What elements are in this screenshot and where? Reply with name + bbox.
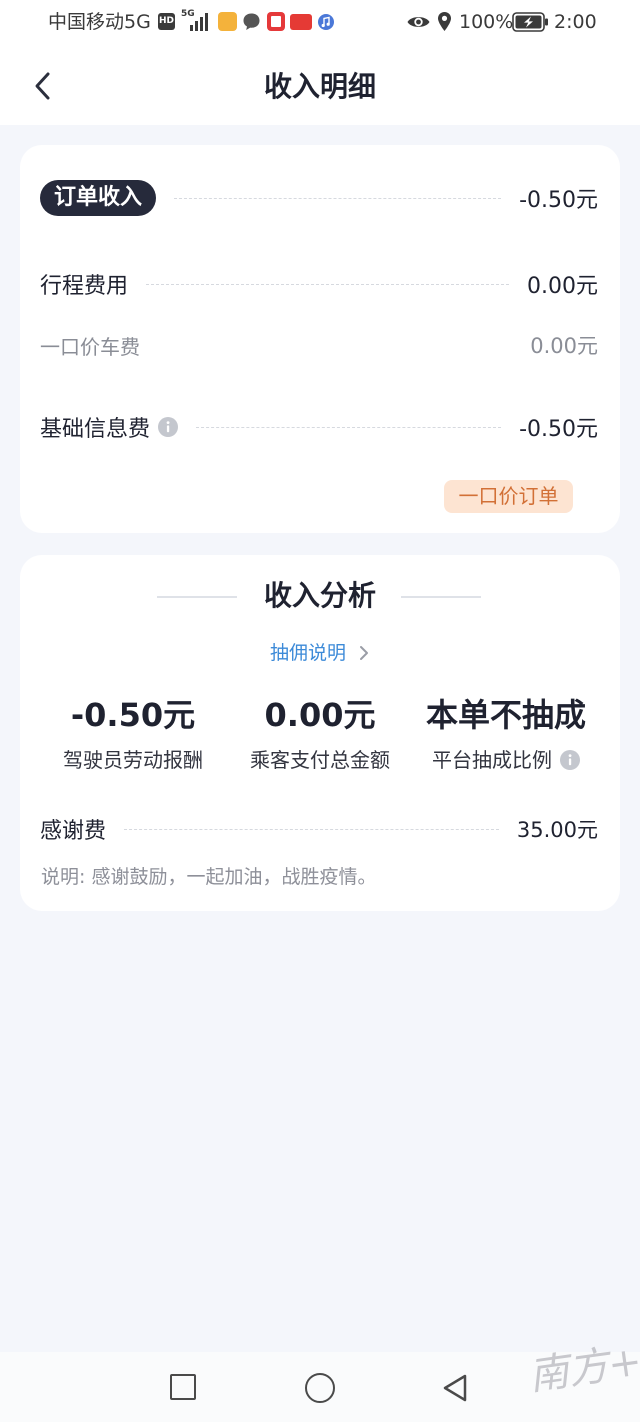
trip-fee-row: 行程费用 0.00元	[40, 264, 598, 304]
battery-percent: 100%	[459, 11, 514, 33]
info-fee-row: 基础信息费 -0.50元	[40, 407, 598, 447]
app-header: 收入明细	[0, 45, 640, 125]
circle-icon[interactable]	[305, 1373, 335, 1403]
battery-charging-icon	[512, 12, 548, 32]
stat-value: -0.50元	[70, 696, 196, 734]
thanks-fee-value: 35.00元	[516, 818, 598, 842]
signal-bars-icon	[190, 13, 208, 31]
thanks-fee-label: 感谢费	[40, 819, 107, 844]
stat-label-text: 平台抽成比例	[432, 748, 552, 772]
red-book-app-icon	[267, 12, 285, 31]
clock-time: 2:00	[554, 11, 597, 33]
dashed-leader	[124, 828, 499, 830]
chat-bubble-icon	[243, 13, 260, 30]
dashed-leader	[174, 197, 502, 199]
thanks-fee-row: 感谢费 35.00元	[40, 809, 598, 849]
fixed-price-fare-value: 0.00元	[530, 334, 598, 358]
toutiao-app-icon	[290, 14, 312, 30]
stat-platform-commission: 本单不抽成 平台抽成比例	[406, 555, 606, 785]
trip-fee-label: 行程费用	[40, 274, 129, 299]
dashed-leader	[146, 283, 509, 285]
fixed-price-fare-row: 一口价车费 0.00元	[40, 325, 598, 365]
order-income-label: 订单收入	[40, 180, 157, 216]
status-bar: 中国移动5G HD 5G 100% 2:00	[0, 0, 640, 45]
stat-value: 本单不抽成	[425, 696, 586, 734]
location-pin-icon	[438, 12, 451, 31]
stat-label-text: 乘客支付总金额	[250, 748, 390, 772]
order-income-value: -0.50元	[519, 188, 598, 213]
carrier-name: 中国移动5G	[48, 11, 151, 33]
square-icon[interactable]	[170, 1374, 196, 1400]
info-icon[interactable]	[560, 750, 580, 770]
info-fee-value: -0.50元	[519, 417, 598, 442]
hd-badge: HD	[158, 13, 175, 30]
stat-label: 乘客支付总金额	[220, 748, 420, 772]
yellow-app-icon	[218, 12, 237, 31]
thanks-note: 说明: 感谢鼓励，一起加油，战胜疫情。	[41, 866, 377, 888]
info-icon[interactable]	[158, 417, 179, 437]
stat-driver-pay: -0.50元 驾驶员劳动报酬	[33, 555, 233, 785]
fixed-price-fare-label: 一口价车费	[40, 334, 140, 359]
stat-label: 驾驶员劳动报酬	[33, 748, 233, 772]
stat-label: 平台抽成比例	[406, 748, 606, 772]
order-income-row: 订单收入 -0.50元	[40, 178, 598, 218]
eye-icon	[407, 17, 430, 27]
stat-passenger-total: 0.00元 乘客支付总金额	[220, 555, 420, 785]
page-title: 收入明细	[263, 70, 376, 103]
info-fee-label: 基础信息费	[40, 417, 151, 442]
stat-value: 0.00元	[264, 696, 376, 734]
dashed-leader	[196, 426, 502, 428]
trip-fee-value: 0.00元	[527, 274, 598, 299]
music-app-icon	[318, 14, 334, 30]
triangle-back-icon[interactable]	[441, 1372, 469, 1404]
income-analysis-card: 收入分析 抽佣说明 -0.50元 驾驶员劳动报酬 0.00元 乘客支付总金额 本…	[20, 555, 620, 911]
income-detail-card: 订单收入 -0.50元 行程费用 0.00元 一口价车费 0.00元 基础信息费…	[20, 145, 620, 533]
fixed-price-order-tag: 一口价订单	[444, 480, 573, 513]
stat-label-text: 驾驶员劳动报酬	[63, 748, 203, 772]
